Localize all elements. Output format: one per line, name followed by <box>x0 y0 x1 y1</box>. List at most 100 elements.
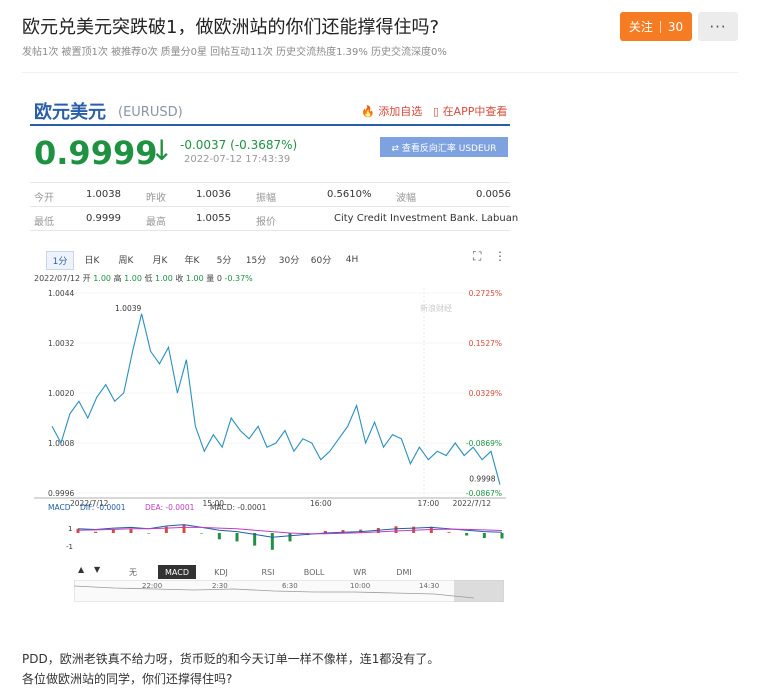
stat-label: 最低 <box>34 217 54 228</box>
quote-screenshot: 欧元美元 (EURUSD) 🔥 添加自选 ▯ 在APP中查看 0.9999 ↓ … <box>30 93 518 605</box>
macd-dea: DEA: -0.0001 <box>145 503 195 512</box>
follower-count: 30 <box>667 19 684 34</box>
macd-dif: DIF: -0.0001 <box>80 503 126 512</box>
ohlc-low-label: 低 <box>144 274 153 283</box>
stat-value: 1.0038 <box>86 189 121 200</box>
macd-bar <box>182 524 186 533</box>
nav-time: 2:30 <box>212 582 228 590</box>
follow-separator <box>659 20 661 33</box>
pair-code: (EURUSD) <box>118 105 183 120</box>
post-title: 欧元兑美元突跌破1，做欧洲站的你们还能撑得住吗? <box>22 17 440 38</box>
stat-label: 今开 <box>34 193 54 204</box>
price-change: -0.0037 (-0.3687%) <box>180 138 298 152</box>
price-annotation: 0.9998 <box>469 475 495 484</box>
macd-bar <box>94 531 98 533</box>
ohlc-open: 1.00 <box>93 274 112 283</box>
price-line <box>51 313 501 485</box>
ohlc-pct: -0.37% <box>224 274 253 283</box>
macd-bar <box>200 533 204 534</box>
pct-tick-label: -0.0867% <box>466 489 502 498</box>
indicator-tab[interactable]: MACD <box>158 565 196 579</box>
more-options-button[interactable]: ··· <box>698 12 738 41</box>
stat-value: 0.0056 <box>476 189 511 200</box>
timeframe-tab[interactable]: 月K <box>148 251 172 268</box>
stat-label: 昨收 <box>146 193 166 204</box>
pair-name: 欧元美元 <box>34 102 106 123</box>
timeframe-tab[interactable]: 15分 <box>243 251 269 268</box>
header-divider <box>22 72 738 73</box>
navigator-selection[interactable] <box>454 580 504 602</box>
x-tick-label: 17:00 <box>418 499 440 508</box>
stats-row-2: 最低 0.9999 最高 1.0055 报价 City Credit Inves… <box>34 209 518 229</box>
add-favorite-label: 添加自选 <box>378 105 423 118</box>
fullscreen-icon[interactable]: ⛶ <box>473 249 481 264</box>
nav-time: 10:00 <box>350 582 370 590</box>
stat-value: 1.0055 <box>196 213 231 224</box>
stat-label: 振幅 <box>256 193 276 204</box>
timeframe-tab[interactable]: 周K <box>114 251 138 268</box>
timeframe-tab[interactable]: 1分 <box>46 251 74 270</box>
pct-tick-label: 0.0329% <box>469 389 502 398</box>
stats-line <box>30 182 510 183</box>
indicator-tab[interactable]: KDJ <box>202 565 240 579</box>
macd-value: MACD: -0.0001 <box>210 503 267 512</box>
stat-value: 1.0036 <box>196 189 231 200</box>
chart-layer: 1.00441.00321.00201.00080.99960.2725%0.1… <box>48 289 502 508</box>
quote-timestamp: 2022-07-12 17:43:39 <box>184 154 291 165</box>
post-body-line: PDD，欧洲老铁真不给力呀，货币贬的和今天订单一样不像样，连1都没有了。 <box>22 652 440 666</box>
y-tick-label: 1.0032 <box>48 339 74 348</box>
pct-tick-label: 0.1527% <box>469 339 502 348</box>
nav-down-arrow[interactable]: ▼ <box>94 565 100 574</box>
ohlc-high: 1.00 <box>124 274 142 283</box>
current-price: 0.9999 <box>34 134 158 172</box>
stat-label: 波幅 <box>396 193 416 204</box>
chart-watermark: 新浪财经 <box>420 303 452 313</box>
kebab-menu-icon[interactable]: ⋮ <box>494 249 506 263</box>
timeframe-tab[interactable]: 4H <box>340 251 364 268</box>
ohlc-close: 1.00 <box>185 274 204 283</box>
indicator-tab[interactable]: 无 <box>114 565 152 579</box>
ohlc-date: 2022/07/12 <box>34 274 81 283</box>
timeframe-tab[interactable]: 日K <box>80 251 104 268</box>
ohlc-high-label: 高 <box>113 274 122 283</box>
timeframe-tab[interactable]: 年K <box>180 251 204 268</box>
nav-time: 14:30 <box>419 582 439 590</box>
follow-label: 关注 <box>628 20 653 34</box>
add-favorite-link[interactable]: 🔥 添加自选 <box>361 103 422 119</box>
macd-bar <box>129 528 133 533</box>
follow-button[interactable]: 关注 30 <box>620 12 692 41</box>
phone-icon: ▯ <box>433 105 440 118</box>
range-navigator[interactable]: 22:00 2:30 6:30 10:00 14:30 <box>74 580 504 602</box>
x-tick-label: 2022/7/12 <box>453 499 492 508</box>
stats-line <box>30 206 510 207</box>
indicator-tab[interactable]: RSI <box>248 565 288 579</box>
pct-tick-label: -0.0869% <box>466 439 502 448</box>
indicator-tab[interactable]: BOLL <box>294 565 334 579</box>
stats-line <box>30 230 510 231</box>
timeframe-tab[interactable]: 30分 <box>276 251 302 268</box>
indicator-tab[interactable]: DMI <box>384 565 424 579</box>
macd-bar <box>288 533 292 542</box>
timeframe-tab[interactable]: 5分 <box>212 251 236 268</box>
price-chart[interactable]: 新浪财经 1.00441.00321.00201.00080.99960.272… <box>30 283 510 568</box>
macd-bar <box>394 526 398 533</box>
macd-bar <box>217 533 221 540</box>
ohlc-vol: 0 <box>216 274 222 283</box>
quote-header-line <box>30 124 510 126</box>
down-arrow-icon: ↓ <box>150 134 174 167</box>
stat-value: City Credit Investment Bank. Labuan <box>334 213 519 224</box>
nav-up-arrow[interactable]: ▲ <box>78 565 84 574</box>
timeframe-tab[interactable]: 60分 <box>308 251 334 268</box>
macd-bar <box>482 533 486 539</box>
ohlc-open-label: 开 <box>82 274 91 283</box>
y-tick-label: 1.0044 <box>48 289 74 298</box>
view-in-app-link[interactable]: ▯ 在APP中查看 <box>433 103 507 119</box>
ohlc-close-label: 收 <box>175 274 184 283</box>
indicator-tab[interactable]: WR <box>340 565 380 579</box>
macd-bar <box>447 532 451 533</box>
reverse-rate-button[interactable]: ⇄ 查看反向汇率 USDEUR <box>380 137 508 157</box>
flame-icon: 🔥 <box>361 105 375 118</box>
stat-label: 最高 <box>146 217 166 228</box>
macd-bar <box>235 533 239 542</box>
macd-bar <box>147 533 151 534</box>
